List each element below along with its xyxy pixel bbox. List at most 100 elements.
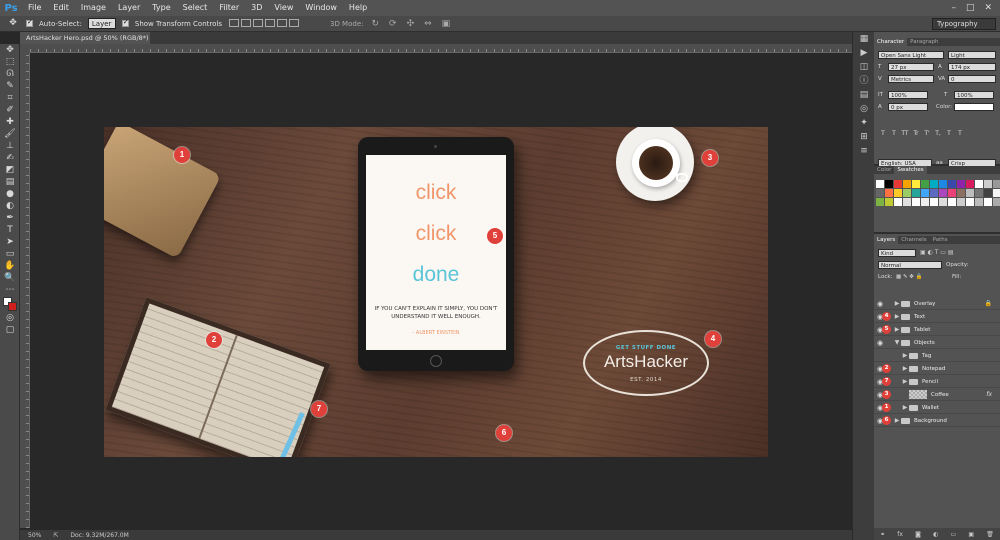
expand-caret-icon[interactable]: ▶ [893,300,901,307]
minimize-button[interactable]: – [951,3,956,13]
swatch-39[interactable] [975,198,983,206]
swatch-38[interactable] [966,198,974,206]
auto-select-dropdown[interactable]: Layer [87,18,116,29]
properties-panel-icon[interactable]: ≡ [853,144,875,158]
background-color[interactable] [8,302,17,311]
swatch-18[interactable] [912,189,920,197]
leading-field[interactable]: 174 px [948,63,996,71]
3d-roll-icon[interactable]: ⟳ [389,19,397,29]
expand-caret-icon[interactable]: ▼ [893,339,901,346]
expand-caret-icon[interactable]: ▶ [901,365,909,372]
styles-panel-icon[interactable]: ◎ [853,102,875,116]
blur-icon[interactable]: ● [0,188,20,200]
eraser-icon[interactable]: ◩ [0,164,20,176]
menu-filter[interactable]: Filter [213,0,245,16]
swatch-7[interactable] [939,180,947,188]
align-vcenter-icon[interactable] [240,18,251,27]
align-right-icon[interactable] [288,18,299,27]
swatch-0[interactable] [876,180,884,188]
mask-icon[interactable]: ◙ [915,531,921,538]
baseline-field[interactable]: 0 px [888,103,928,111]
menu-layer[interactable]: Layer [112,0,146,16]
font-family-select[interactable]: Open Sans Light [878,51,944,59]
align-top-icon[interactable] [228,18,239,27]
swatch-14[interactable] [876,189,884,197]
swatch-3[interactable] [903,180,911,188]
marquee-icon[interactable]: ⬚ [0,56,20,68]
menu-image[interactable]: Image [75,0,112,16]
quick-select-icon[interactable]: ✎ [0,80,20,92]
brush-panel-icon[interactable]: ✦ [853,116,875,130]
maximize-button[interactable]: □ [966,3,975,13]
swatch-34[interactable] [930,198,938,206]
path-select-icon[interactable]: ➤ [0,236,20,248]
menu-file[interactable]: File [22,0,47,16]
3d-slide-icon[interactable]: ⇔ [424,19,432,29]
kerning-field[interactable]: Metrics [888,75,934,83]
doc-size[interactable]: Doc: 9.32M/267.0M [70,532,128,539]
tab-character[interactable]: Character [874,38,908,46]
layer-fx-icon[interactable]: fx [986,391,992,398]
all-caps-button[interactable]: TT [900,130,910,138]
blend-mode-select[interactable]: Normal [878,261,942,269]
swatch-25[interactable] [975,189,983,197]
export-icon[interactable]: ⇱ [53,532,58,539]
layer-row[interactable]: ◉ ▼ Objects [874,337,1000,349]
swatch-22[interactable] [948,189,956,197]
move-icon[interactable]: ✥ [0,44,20,56]
type-icon[interactable]: T [0,224,20,236]
small-caps-button[interactable]: Tr [911,130,921,138]
swatch-15[interactable] [885,189,893,197]
tab-layers[interactable]: Layers [874,236,899,244]
shape-icon[interactable]: ▭ [0,248,20,260]
swatch-1[interactable] [885,180,893,188]
new-layer-icon[interactable]: ▣ [968,531,974,538]
swatch-41[interactable] [993,198,1000,206]
history-panel-icon[interactable]: ▦ [853,32,875,46]
quick-mask-icon[interactable]: ◎ [0,312,20,324]
expand-caret-icon[interactable]: ▶ [901,352,909,359]
swatch-37[interactable] [957,198,965,206]
pen-icon[interactable]: ✒ [0,212,20,224]
tracking-field[interactable]: 0 [948,75,996,83]
expand-caret-icon[interactable]: ▶ [901,404,909,411]
adjustment-icon[interactable]: ◐ [933,531,938,538]
crop-icon[interactable]: ⌗ [0,92,20,104]
horizontal-scale-field[interactable]: 100% [954,91,994,99]
gradient-icon[interactable]: ▤ [0,176,20,188]
swatch-5[interactable] [921,180,929,188]
zoom-icon[interactable]: 🔍 [0,272,20,284]
align-bottom-icon[interactable] [252,18,263,27]
align-left-icon[interactable] [264,18,275,27]
swatch-19[interactable] [921,189,929,197]
show-transform-checkbox[interactable] [121,18,129,27]
swatch-11[interactable] [975,180,983,188]
document-canvas[interactable]: click click done IF YOU CAN'T EXPLAIN IT… [104,127,768,457]
workspace-switcher[interactable]: Typography [932,18,996,30]
menu-view[interactable]: View [268,0,299,16]
swatch-33[interactable] [921,198,929,206]
expand-caret-icon[interactable]: ▶ [901,378,909,385]
document-tab[interactable]: ArtsHacker Hero.psd @ 50% (RGB/8*) * [20,32,150,54]
eye-icon[interactable]: ◉ [874,300,886,308]
eye-icon[interactable]: ◉ [874,339,886,347]
layer-row[interactable]: ◉ 4 ▶ Text [874,311,1000,323]
fx-icon[interactable]: fx [897,531,903,538]
menu-help[interactable]: Help [343,0,373,16]
tab-swatches[interactable]: Swatches [894,166,927,174]
layer-row[interactable]: ◉ 5 ▶ Tablet [874,324,1000,336]
tab-channels[interactable]: Channels [898,236,929,244]
libraries-panel-icon[interactable]: ▤ [853,88,875,102]
font-style-select[interactable]: Light [948,51,996,59]
trash-icon[interactable]: 🗑 [986,531,994,538]
font-size-field[interactable]: 27 px [888,63,934,71]
horizontal-ruler[interactable] [30,44,852,53]
superscript-button[interactable]: T' [922,130,932,138]
adjustments-panel-icon[interactable]: ◫ [853,60,875,74]
swatch-28[interactable] [876,198,884,206]
color-swatches[interactable] [0,296,20,312]
swatch-40[interactable] [984,198,992,206]
more-tools-icon[interactable]: ⋯ [0,284,20,296]
swatch-32[interactable] [912,198,920,206]
layer-filter-icons[interactable]: ▣ ◐ T ▭ ▤ [920,249,954,256]
